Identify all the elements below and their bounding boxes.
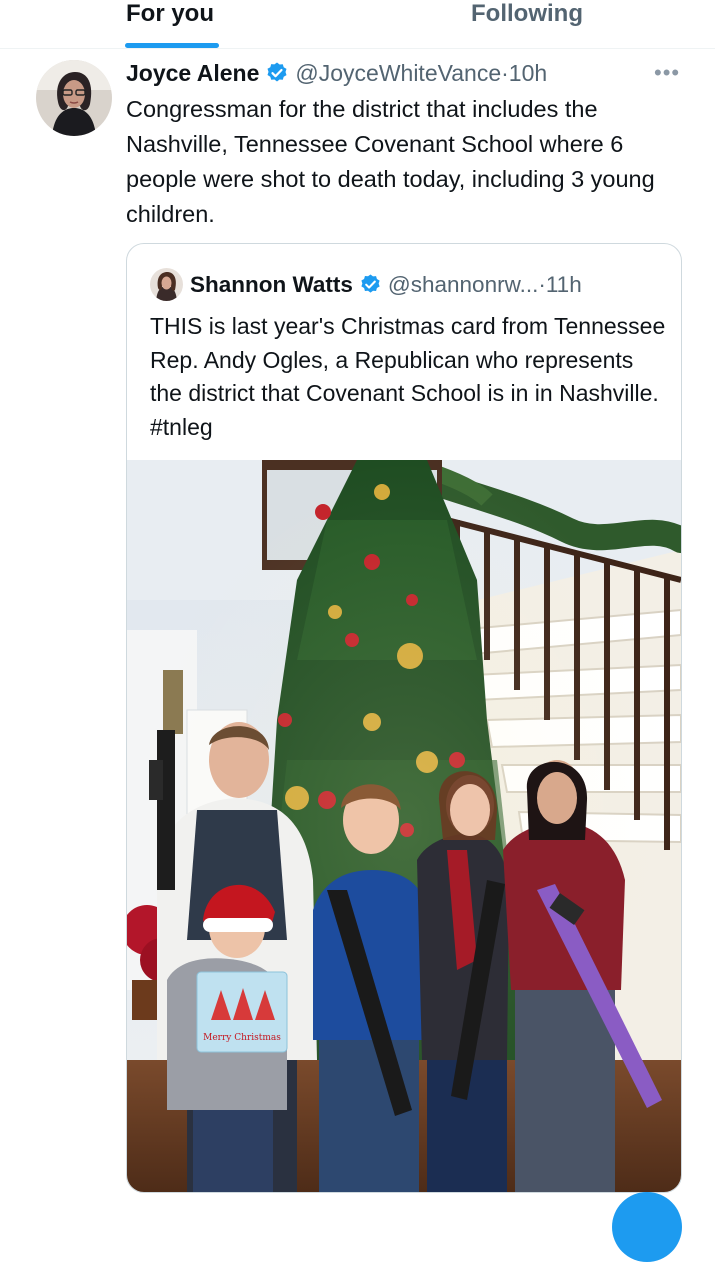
quote-timestamp[interactable]: 11h bbox=[546, 272, 582, 297]
more-options-icon[interactable]: ••• bbox=[654, 60, 680, 86]
quote-text: THIS is last year's Christmas card from … bbox=[150, 313, 666, 440]
author-name[interactable]: Joyce Alene bbox=[126, 60, 259, 86]
quote-tweet-card[interactable]: Shannon Watts @shannonrw...·11h THIS is l… bbox=[126, 243, 682, 1193]
quote-header: Shannon Watts @shannonrw...·11h bbox=[190, 271, 582, 303]
tab-for-you[interactable]: For you bbox=[126, 0, 214, 48]
quote-author-name[interactable]: Shannon Watts bbox=[190, 272, 353, 297]
author-handle[interactable]: @JoyceWhiteVance bbox=[295, 60, 501, 86]
quote-author-avatar[interactable] bbox=[150, 268, 183, 301]
tweet-header: Joyce Alene @JoyceWhiteVance·10h bbox=[126, 58, 547, 88]
timeline-tabs: For you Following bbox=[0, 0, 715, 49]
card-greeting-text: Merry Christmas bbox=[203, 1033, 281, 1043]
compose-button[interactable] bbox=[612, 1192, 682, 1262]
header-separator: · bbox=[501, 60, 509, 86]
quote-media-photo[interactable]: Merry Christmas bbox=[127, 460, 681, 1192]
quote-author-handle[interactable]: @shannonrw... bbox=[388, 272, 538, 297]
quote-header-separator: · bbox=[538, 272, 546, 297]
tab-following-label: Following bbox=[471, 0, 583, 27]
quote-verified-badge-icon bbox=[359, 273, 382, 303]
tweet-timestamp[interactable]: 10h bbox=[509, 60, 547, 86]
tab-following[interactable]: Following bbox=[471, 0, 583, 48]
verified-badge-icon bbox=[265, 61, 289, 92]
author-avatar[interactable] bbox=[36, 60, 112, 136]
tab-for-you-label: For you bbox=[126, 0, 214, 27]
tweet-text: Congressman for the district that includ… bbox=[126, 96, 655, 227]
active-tab-indicator bbox=[125, 43, 219, 48]
